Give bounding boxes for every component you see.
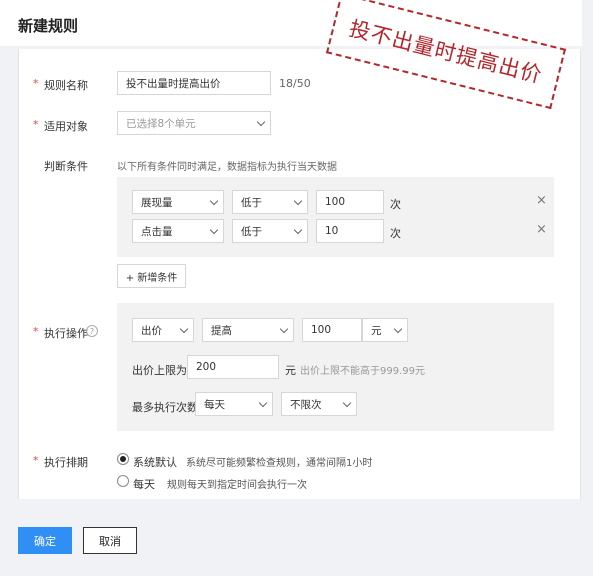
chevron-down-icon — [279, 324, 289, 333]
confirm-button[interactable]: 确定 — [18, 527, 72, 554]
condition-value-input[interactable]: 10 — [316, 219, 384, 243]
action-unit-select[interactable]: 元 — [362, 318, 408, 342]
target-label: 适用对象 — [44, 120, 88, 133]
chevron-down-icon — [209, 196, 219, 205]
schedule-option-desc: 系统尽可能频繁检查规则，通常间隔1小时 — [186, 458, 373, 469]
schedule-radio-daily[interactable] — [117, 475, 129, 487]
remove-condition-icon[interactable]: × — [536, 193, 547, 208]
rule-name-count: 18/50 — [279, 77, 311, 90]
action-value-input[interactable]: 100 — [302, 318, 362, 342]
schedule-radio-default[interactable] — [117, 453, 129, 465]
remove-condition-icon[interactable]: × — [536, 222, 547, 237]
add-condition-button[interactable]: + 新增条件 — [117, 264, 186, 288]
limit-unit: 元 — [285, 364, 296, 377]
schedule-label: 执行排期 — [44, 456, 88, 469]
schedule-option-label[interactable]: 系统默认 — [133, 454, 177, 470]
condition-metric-select[interactable]: 点击量 — [132, 219, 224, 243]
required-mark: * — [33, 325, 39, 338]
freq-select[interactable]: 每天 — [195, 392, 273, 416]
chevron-down-icon — [179, 324, 189, 333]
limit-label: 出价上限为 — [132, 364, 187, 377]
help-icon[interactable]: ? — [86, 325, 98, 337]
required-mark: * — [33, 77, 39, 90]
chevron-down-icon — [258, 398, 268, 407]
rule-name-label: 规则名称 — [44, 79, 88, 92]
condition-box — [117, 177, 554, 257]
form-card — [18, 49, 581, 499]
limit-input[interactable]: 200 — [187, 355, 279, 379]
condition-unit: 次 — [390, 227, 401, 240]
required-mark: * — [33, 454, 39, 467]
condition-unit: 次 — [390, 198, 401, 211]
action-op-select[interactable]: 提高 — [202, 318, 294, 342]
schedule-option-label[interactable]: 每天 — [133, 476, 155, 492]
chevron-down-icon — [342, 398, 352, 407]
times-select[interactable]: 不限次 — [281, 392, 357, 416]
condition-operator-select[interactable]: 低于 — [232, 219, 308, 243]
radio-selected-dot — [120, 456, 126, 462]
action-target-select[interactable]: 出价 — [132, 318, 194, 342]
target-select[interactable]: 已选择8个单元 — [117, 111, 271, 135]
chevron-down-icon — [293, 225, 303, 234]
condition-operator-select[interactable]: 低于 — [232, 190, 308, 214]
action-label: 执行操作 — [44, 327, 88, 340]
chevron-down-icon — [293, 196, 303, 205]
cancel-button[interactable]: 取消 — [83, 527, 137, 554]
condition-metric-select[interactable]: 展现量 — [132, 190, 224, 214]
required-mark: * — [33, 118, 39, 131]
limit-hint: 出价上限不能高于999.99元 — [300, 366, 425, 377]
chevron-down-icon — [393, 324, 403, 333]
rule-name-input[interactable]: 投不出量时提高出价 — [117, 71, 271, 95]
page-title: 新建规则 — [18, 17, 79, 35]
chevron-down-icon — [256, 117, 266, 126]
chevron-down-icon — [209, 225, 219, 234]
schedule-option-desc: 规则每天到指定时间会执行一次 — [167, 480, 307, 491]
condition-hint: 以下所有条件同时满足，数据指标为执行当天数据 — [117, 162, 337, 173]
max-times-label: 最多执行次数 — [132, 401, 198, 414]
condition-value-input[interactable]: 100 — [316, 190, 384, 214]
condition-label: 判断条件 — [44, 160, 88, 173]
